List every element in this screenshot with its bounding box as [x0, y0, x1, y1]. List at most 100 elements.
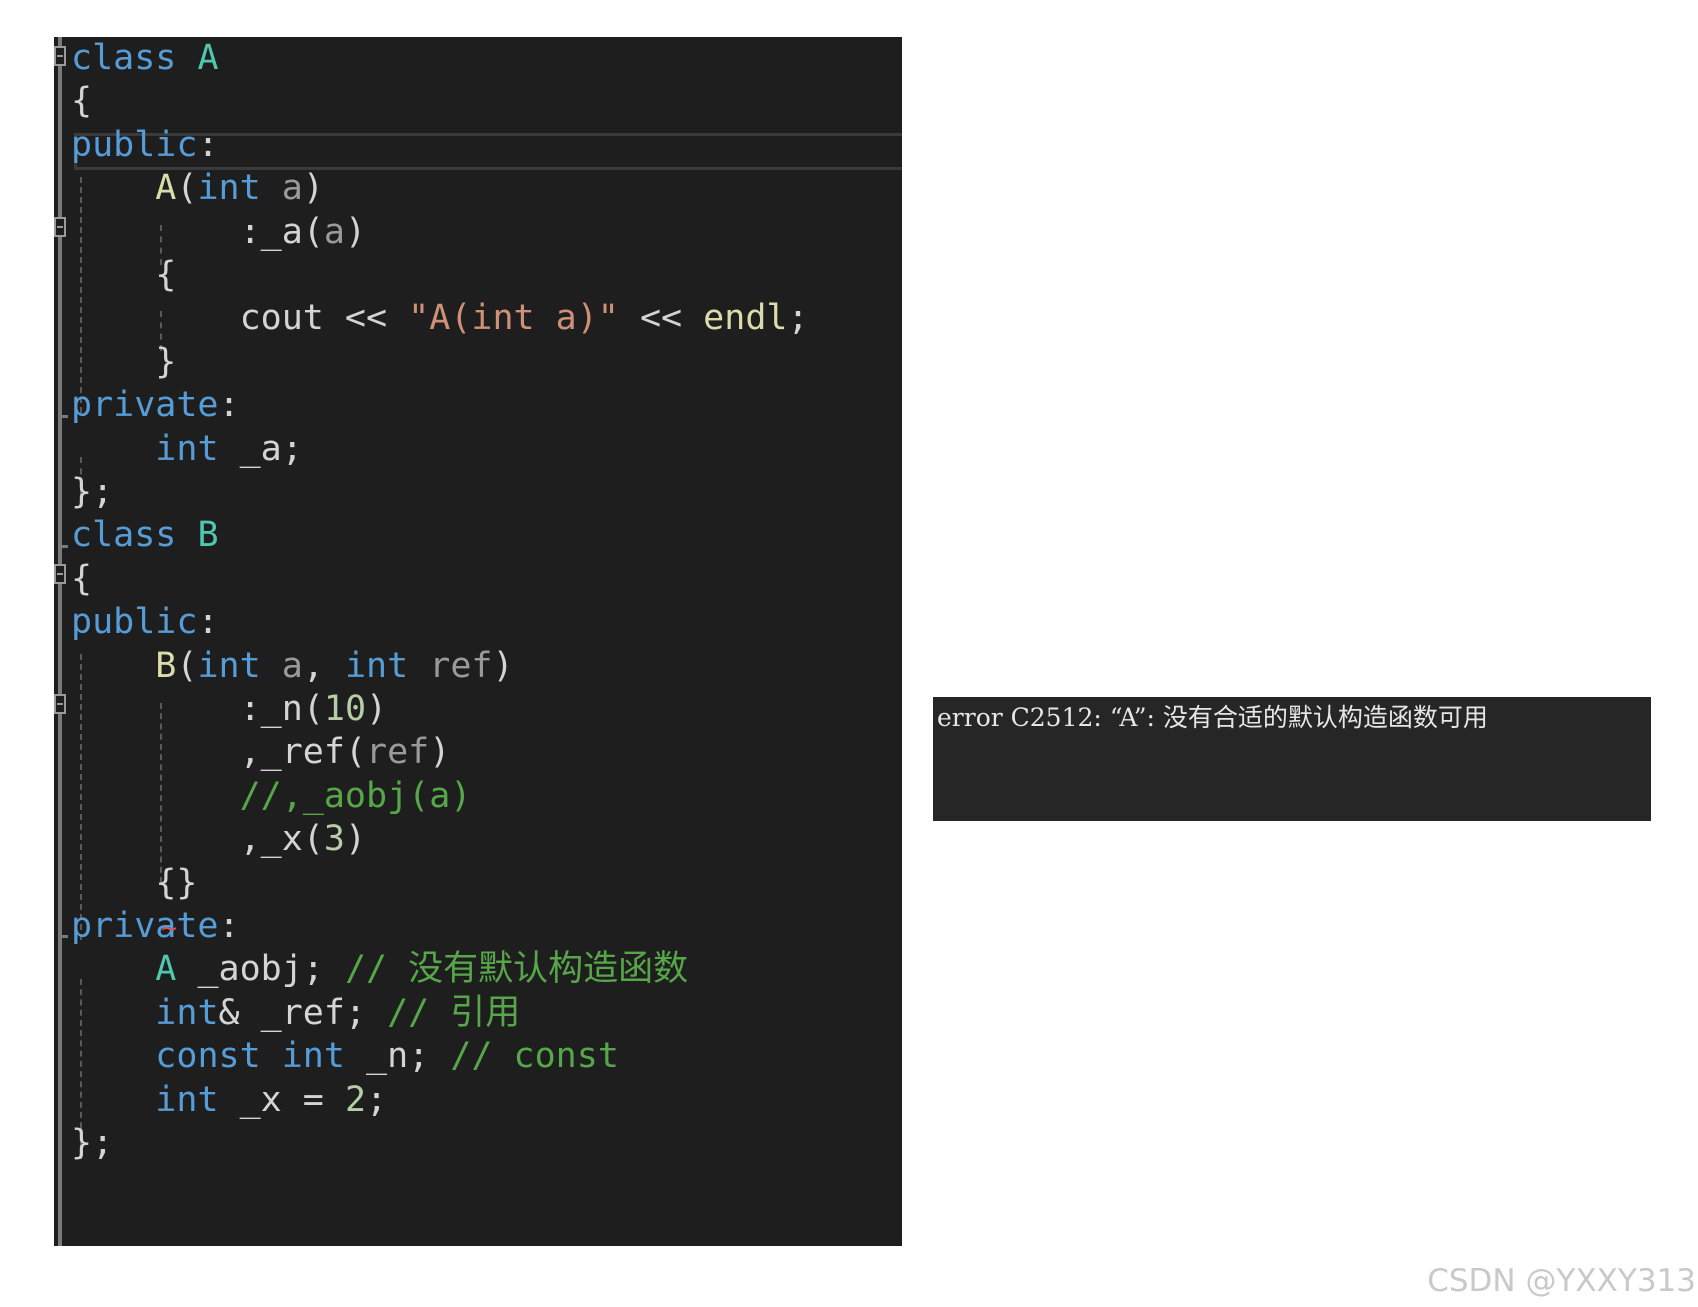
code-line[interactable]: }; — [54, 469, 902, 516]
code-line[interactable]: ,_ref(ref) — [54, 729, 902, 776]
code-line-text: cout << "A(int a)" << endl; — [71, 297, 809, 339]
code-token: _a; — [218, 428, 303, 469]
code-line[interactable]: public: — [54, 122, 902, 169]
code-token: ( — [176, 645, 198, 686]
code-token: { — [71, 81, 93, 122]
code-line[interactable]: ,_x(3) — [54, 816, 902, 863]
code-line[interactable]: int _a; — [54, 426, 902, 473]
code-line-text: A(int a) — [71, 167, 324, 209]
code-line[interactable]: A(int a) — [54, 165, 902, 212]
code-line-text: int& _ref; // 引用 — [71, 992, 520, 1034]
code-line[interactable]: int _x = 2; — [54, 1077, 902, 1124]
code-token: _n — [260, 689, 303, 729]
code-line-text: int _x = 2; — [71, 1079, 387, 1121]
code-token: : — [71, 211, 261, 252]
code-token: B — [155, 645, 177, 686]
code-line[interactable]: }; — [54, 1120, 902, 1167]
code-token: , — [71, 732, 261, 773]
code-line[interactable]: private: — [54, 903, 902, 950]
error-output-panel: error C2512: “A”: 没有合适的默认构造函数可用 — [933, 697, 1651, 821]
code-line[interactable]: int& _ref; // 引用 — [54, 990, 902, 1037]
code-token: a — [323, 211, 345, 252]
code-token: int — [155, 428, 219, 469]
code-token: public — [71, 124, 198, 165]
code-line-text: class A — [71, 37, 219, 79]
code-token: private — [71, 385, 219, 426]
code-line[interactable]: cout << "A(int a)" << endl; — [54, 295, 902, 342]
code-token: { — [71, 558, 93, 599]
code-token: 3 — [323, 819, 345, 860]
code-line[interactable]: public: — [54, 599, 902, 646]
code-token: 2 — [344, 1079, 367, 1120]
code-line-text: private: — [71, 384, 240, 426]
code-token: ) — [429, 732, 451, 773]
code-token: 10 — [323, 689, 367, 729]
code-token: int — [155, 992, 219, 1033]
code-line-text: :_a(a) — [71, 211, 366, 253]
code-token: A — [155, 168, 177, 209]
code-line[interactable]: const int _n; // const — [54, 1033, 902, 1080]
code-token: ) — [344, 211, 367, 252]
code-line[interactable]: { — [54, 78, 902, 125]
code-token: _aobj; — [176, 949, 345, 990]
code-line[interactable]: class B — [54, 512, 902, 559]
code-line[interactable]: //,_aobj(a) — [54, 773, 902, 820]
code-token: _x — [260, 819, 303, 860]
code-token: endl — [703, 298, 788, 339]
code-token: // 没有默认构造函数 — [344, 949, 689, 990]
code-token: "A(int a)" — [408, 298, 619, 339]
code-line[interactable]: class A — [54, 37, 902, 82]
code-line[interactable]: :_a(a) — [54, 209, 902, 256]
code-token: ) — [302, 168, 324, 209]
code-line[interactable]: private: — [54, 382, 902, 429]
code-line[interactable]: { — [54, 252, 902, 299]
code-token: ref — [429, 645, 493, 686]
code-line-text: A _aobj; // 没有默认构造函数 — [71, 948, 688, 990]
code-line-text: int _a; — [71, 428, 303, 470]
code-line[interactable]: { — [54, 556, 902, 603]
code-line-text: public: — [71, 601, 219, 643]
code-line[interactable]: } — [54, 339, 902, 386]
code-line-text: { — [71, 80, 92, 122]
code-token: : — [197, 602, 219, 643]
code-line-text: ,_ref(ref) — [71, 731, 451, 773]
code-token: // const — [450, 1036, 619, 1077]
code-line[interactable]: :_n(10) — [54, 686, 902, 733]
code-line[interactable]: A _aobj; // 没有默认构造函数 — [54, 946, 902, 993]
code-token: : — [197, 124, 219, 165]
code-editor[interactable]: class A{public: A(int a) :_a(a) { cout <… — [54, 37, 902, 1246]
code-token: }; — [71, 1123, 114, 1163]
code-line[interactable]: {} — [54, 860, 902, 907]
code-token: , — [71, 819, 261, 860]
error-message: error C2512: “A”: 没有合适的默认构造函数可用 — [937, 703, 1488, 732]
code-token: A — [197, 38, 219, 78]
code-line-text: B(int a, int ref) — [71, 645, 513, 687]
code-token: _ref — [260, 732, 345, 773]
code-token: // 引用 — [387, 992, 521, 1033]
code-token: ( — [302, 689, 324, 729]
error-squiggle: ~ — [160, 917, 179, 942]
code-line-text: }; — [71, 471, 113, 513]
code-token: int — [344, 645, 409, 686]
code-token: ) — [344, 819, 367, 860]
code-token: class — [71, 515, 177, 556]
code-line-text: { — [71, 558, 92, 600]
code-token: B — [197, 515, 219, 556]
code-token: //,_aobj(a) — [239, 775, 472, 816]
code-token: _n; — [344, 1036, 451, 1077]
watermark: CSDN @YXXY313 — [1427, 1263, 1696, 1299]
code-line[interactable]: B(int a, int ref) — [54, 643, 902, 690]
code-token: & _ref; — [218, 992, 388, 1033]
